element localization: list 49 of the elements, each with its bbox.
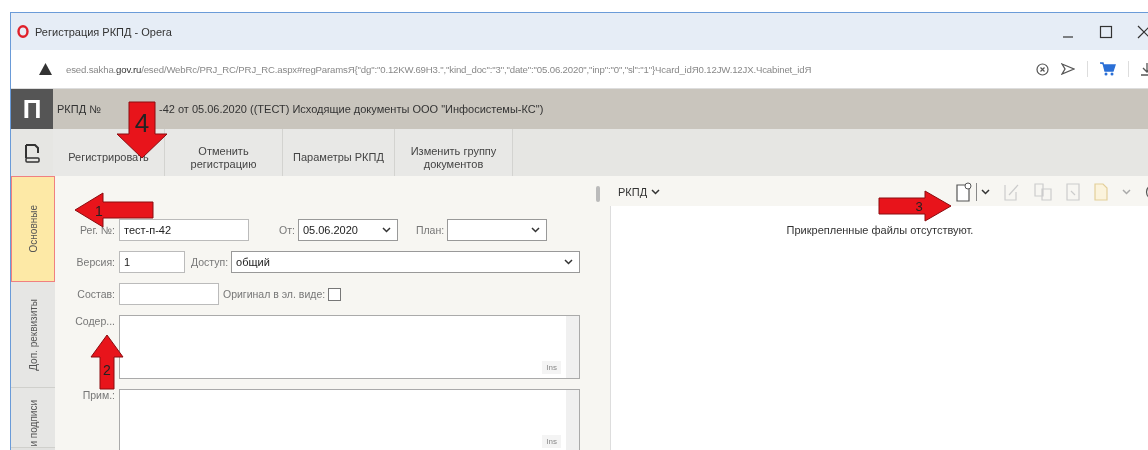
field-label: Состав: bbox=[76, 288, 115, 300]
original-checkbox[interactable] bbox=[328, 287, 342, 301]
cart-icon[interactable] bbox=[1100, 62, 1116, 76]
field-label: Прим.: bbox=[81, 389, 115, 401]
callout-arrow: 1 bbox=[75, 193, 155, 227]
side-tab[interactable]: и подписи bbox=[11, 388, 55, 448]
date-select[interactable]: 05.06.2020 bbox=[297, 219, 398, 241]
chevron-down-icon[interactable] bbox=[981, 189, 990, 195]
field-label: Содер... bbox=[74, 315, 115, 327]
field-label: Оригинал в эл. виде: bbox=[223, 288, 326, 300]
chevron-down-icon bbox=[651, 189, 661, 195]
version-field[interactable]: 1 bbox=[119, 251, 185, 273]
send-icon[interactable] bbox=[1061, 63, 1075, 75]
document-exit-icon[interactable] bbox=[23, 142, 41, 163]
window-title: Регистрация РКПД - Opera bbox=[35, 25, 172, 38]
close-icon[interactable] bbox=[1137, 24, 1148, 39]
field-label: Доступ: bbox=[191, 256, 229, 268]
content-textarea[interactable]: Ins bbox=[119, 315, 580, 379]
chevron-down-icon bbox=[531, 227, 541, 233]
composition-field[interactable] bbox=[119, 283, 219, 305]
callout-arrow: 3 bbox=[879, 191, 951, 221]
note-textarea[interactable]: Ins bbox=[119, 389, 580, 450]
document-title: -42 от 05.06.2020 ((ТЕСТ) Исходящие документы ООО "Инфосистемы-КС") bbox=[158, 103, 544, 115]
maximize-icon[interactable] bbox=[1099, 24, 1113, 39]
access-select[interactable]: общий bbox=[231, 251, 580, 273]
address-bar-url[interactable]: esed.sakha.gov.ru/esed/WebRc/PRJ_RC/PRJ_RC.aspx#regParamsЯ{"dg":"0.12KW.69H3.","kind_doc":"3","date":"05.06.2020","inp":"0","sl":"1"}Чcard_idЯ0.12JW.12JX.Чcabinet_idЯ bbox=[66, 63, 812, 75]
field-label: Версия: bbox=[75, 256, 115, 268]
callout-arrow: 2 bbox=[91, 335, 123, 389]
registration-number-field[interactable]: тест-п-42 bbox=[119, 219, 249, 241]
opera-logo-icon bbox=[17, 25, 29, 38]
chevron-down-icon bbox=[564, 259, 573, 265]
field-label: Рег. №: bbox=[79, 224, 115, 236]
field-label: План: bbox=[415, 224, 445, 236]
side-tab[interactable]: Доп. реквизиты bbox=[11, 282, 55, 388]
warning-icon[interactable] bbox=[39, 63, 52, 75]
document-title: РКПД № bbox=[57, 103, 101, 115]
insert-button[interactable]: Ins bbox=[542, 435, 561, 448]
new-document-icon[interactable] bbox=[956, 182, 972, 202]
insert-button[interactable]: Ins bbox=[542, 361, 561, 374]
chevron-down-icon bbox=[381, 227, 391, 233]
download-icon[interactable] bbox=[1141, 62, 1148, 76]
splitter-handle[interactable] bbox=[596, 186, 600, 202]
empty-files-message: Прикрепленные файлы отсутствуют. bbox=[786, 224, 974, 238]
side-tab[interactable]: Основные bbox=[11, 176, 55, 282]
scrollbar bbox=[566, 316, 579, 378]
field-label: От: bbox=[279, 224, 295, 236]
files-menu[interactable]: РКПД bbox=[610, 186, 669, 198]
plan-select[interactable] bbox=[447, 219, 548, 241]
app-logo: П bbox=[11, 89, 53, 129]
